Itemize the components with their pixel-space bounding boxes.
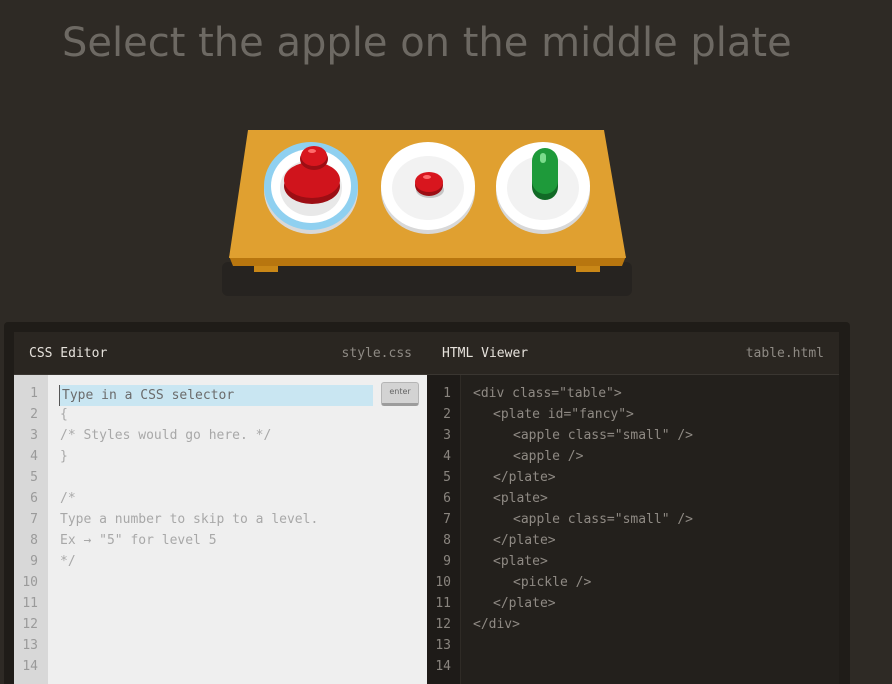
html-line-number: 5 — [443, 470, 451, 485]
html-code-line[interactable]: <plate> — [493, 491, 548, 506]
html-line-number: 9 — [443, 554, 451, 569]
html-line-number: 7 — [443, 512, 451, 527]
html-line-number: 14 — [435, 659, 451, 674]
apple-small[interactable] — [415, 172, 444, 198]
html-viewer-filename: table.html — [745, 346, 824, 361]
css-code-line: /* Styles would go here. */ — [60, 428, 272, 443]
html-line-number: 4 — [443, 449, 451, 464]
css-editor-title: CSS Editor — [29, 346, 108, 361]
html-line-gutter: 1 2 3 4 5 6 7 8 9 10 11 12 13 14 — [427, 375, 461, 684]
html-line-number: 8 — [443, 533, 451, 548]
html-line-number: 2 — [443, 407, 451, 422]
css-editor: CSS Editor style.css 1 2 3 4 5 6 7 8 9 10 11 12 13 14… — [14, 332, 427, 684]
css-line-gutter: 1 2 3 4 5 6 7 8 9 10 11 12 13 14 — [14, 375, 48, 684]
css-line-number: 8 — [30, 533, 38, 548]
html-line-number: 13 — [435, 638, 451, 653]
css-line-number: 13 — [22, 638, 38, 653]
html-code-line[interactable]: </div> — [473, 617, 520, 632]
html-code-line[interactable]: <plate id="fancy"> — [493, 407, 634, 422]
css-code-line: /* — [60, 491, 76, 506]
html-viewer-body: 1 2 3 4 5 6 7 8 9 10 11 12 13 14 <div class="table"> <… — [427, 375, 839, 684]
css-line-number: 11 — [22, 596, 38, 611]
css-code-line: { — [60, 407, 68, 422]
css-line-number: 12 — [22, 617, 38, 632]
html-viewer: HTML Viewer table.html 1 2 3 4 5 6 7 8 9 10 11 12 13… — [427, 332, 839, 684]
table-scene — [0, 0, 892, 330]
enter-button[interactable]: enter — [381, 382, 419, 406]
html-code-line[interactable]: </plate> — [493, 470, 556, 485]
html-code-line[interactable]: <plate> — [493, 554, 548, 569]
html-code-line[interactable]: <div class="table"> — [473, 386, 622, 401]
html-code-line[interactable]: <apple /> — [513, 449, 583, 464]
css-code-line: Ex → "5" for level 5 — [60, 533, 217, 548]
css-line-number: 14 — [22, 659, 38, 674]
html-code-line[interactable]: <apple class="small" /> — [513, 512, 693, 527]
html-line-number: 3 — [443, 428, 451, 443]
css-code-line: Type a number to skip to a level. — [60, 512, 319, 527]
html-code-line[interactable]: <apple class="small" /> — [513, 428, 693, 443]
game-stage: Select the apple on the middle plate CSS… — [0, 0, 892, 684]
css-line-number: 2 — [30, 407, 38, 422]
html-line-number: 11 — [435, 596, 451, 611]
css-line-number: 4 — [30, 449, 38, 464]
html-line-number: 6 — [443, 491, 451, 506]
css-line-number: 5 — [30, 470, 38, 485]
table-shadow — [222, 262, 632, 296]
html-line-number: 12 — [435, 617, 451, 632]
css-code-line: } — [60, 449, 68, 464]
pickle[interactable] — [532, 148, 558, 200]
html-viewer-header: HTML Viewer table.html — [427, 332, 839, 375]
html-code-line[interactable]: </plate> — [493, 596, 556, 611]
css-line-number: 3 — [30, 428, 38, 443]
html-code-line[interactable]: <pickle /> — [513, 575, 591, 590]
html-code-line[interactable]: </plate> — [493, 533, 556, 548]
css-code-line: */ — [60, 554, 76, 569]
css-line-number: 1 — [30, 386, 38, 401]
css-selector-input[interactable] — [59, 385, 373, 406]
table-illustration — [222, 130, 632, 296]
html-line-number: 1 — [443, 386, 451, 401]
css-editor-filename: style.css — [341, 346, 412, 361]
css-editor-body: 1234567891011121314 enter {/* Styles wou… — [14, 375, 427, 684]
css-editor-header: CSS Editor style.css — [14, 332, 427, 375]
html-line-number: 10 — [435, 575, 451, 590]
html-viewer-title: HTML Viewer — [442, 346, 529, 361]
css-line-number: 7 — [30, 512, 38, 527]
css-line-number: 6 — [30, 491, 38, 506]
css-line-number: 9 — [30, 554, 38, 569]
css-line-number: 10 — [22, 575, 38, 590]
